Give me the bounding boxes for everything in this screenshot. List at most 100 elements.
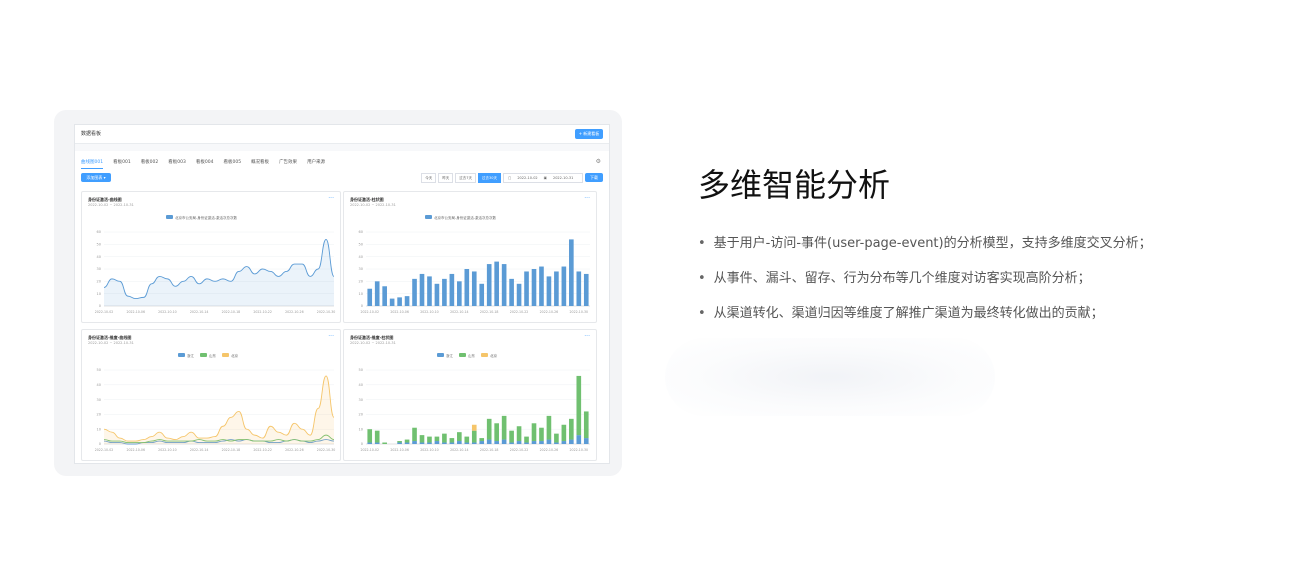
bar [531,441,537,444]
bar [554,433,559,443]
series-area [104,239,334,306]
x-tick-label: 2022-10-06 [390,448,409,452]
tab-7[interactable]: 广告效果 [279,159,297,169]
tab-2[interactable]: 看板002 [141,159,159,169]
bar [524,436,529,443]
more-icon[interactable]: ··· [584,333,590,340]
legend-swatch [425,215,432,219]
x-tick-label: 2022-10-10 [420,310,439,314]
dashboard-topbar: 数据看板 + 新建看板 [75,125,609,144]
bar [576,271,582,306]
filter-30days[interactable]: 过去30天 [478,172,501,183]
y-tick-label: 0 [361,304,363,308]
feature-bullet: 基于用户-访问-事件(user-page-event)的分析模型，支持多维度交叉… [698,226,1152,261]
y-tick-label: 30 [359,267,363,271]
tab-6[interactable]: 概况看板 [251,159,269,169]
y-tick-label: 50 [359,243,363,247]
legend-label: 浙江 [446,353,454,358]
x-tick-label: 2022-10-02 [95,448,114,452]
bar [524,271,529,306]
more-icon[interactable]: ··· [328,333,334,340]
bar [397,442,402,444]
chart-card-bar: 北京市公安局-身份证激活-激活次总次数 0 10 20 30 40 50 60 2022-10-… [343,191,597,323]
feature-bullet: 从渠道转化、渠道归因等维度了解推广渠道为最终转化做出的贡献； [698,296,1152,331]
x-tick-label: 2022-10-06 [126,448,145,452]
feature-bullet: 从事件、漏斗、留存、行为分布等几个维度对访客实现高阶分析； [698,261,1152,296]
date-end: 2022-10-31 [552,175,574,180]
add-chart-button[interactable]: 添加图表 ▾ [81,173,111,182]
bar [449,438,455,443]
y-tick-label: 40 [359,255,363,259]
bar [471,424,477,431]
bar [539,266,544,306]
bar [389,298,395,306]
bar [427,436,432,443]
bar [583,411,589,439]
legend-swatch [481,353,488,357]
bar [479,438,485,442]
series-area [104,375,334,444]
x-tick-label: 2022-10-02 [360,310,379,314]
tab-4[interactable]: 看板004 [196,159,214,169]
legend-swatch [437,353,444,357]
x-tick-label: 2022-10-02 [360,448,379,452]
filter-today[interactable]: 今天 [421,172,437,183]
more-icon[interactable]: ··· [584,195,590,202]
more-icon[interactable]: ··· [328,195,334,202]
bar [516,441,522,444]
y-tick-label: 0 [361,442,363,446]
filter-7days[interactable]: 过去7天 [455,172,477,183]
chart-card-area: 北京市公安局-身份证激活-激活次总次数 0 10 20 30 40 50 60 2022-10-… [81,191,341,323]
bar [442,433,447,443]
bar [539,427,544,442]
tab-5[interactable]: 看板005 [223,159,241,169]
bar [471,271,477,306]
bar [457,281,462,306]
y-tick-label: 50 [97,368,101,372]
x-tick-label: 2022-10-22 [253,310,272,314]
bar [569,439,574,444]
bar [419,435,425,443]
download-button[interactable]: 下载 [585,173,603,182]
bar [501,264,507,306]
date-filters: 今天 昨天 过去7天 过去30天 ▢ 2022-10-02 ▣ 2022-10-… [421,172,603,183]
gear-icon[interactable]: ⚙ [596,158,601,165]
tab-0[interactable]: 曲线图001 [81,159,104,169]
bar [494,423,499,442]
x-tick-label: 2022-10-30 [570,310,589,314]
bar [412,278,417,306]
bar [561,424,567,442]
y-tick-label: 40 [97,383,101,387]
bar [374,281,380,306]
x-tick-label: 2022-10-18 [480,310,499,314]
new-dashboard-button[interactable]: + 新建看板 [575,129,603,139]
bar [397,297,402,306]
bar [457,432,462,442]
tab-1[interactable]: 看板001 [113,159,131,169]
bar [404,439,410,443]
filter-yesterday[interactable]: 昨天 [438,172,454,183]
y-tick-label: 20 [359,413,363,417]
tab-3[interactable]: 看板003 [168,159,186,169]
x-tick-label: 2022-10-18 [480,448,499,452]
bar [583,273,589,306]
bar [509,442,514,444]
bar [367,288,373,306]
tab-8[interactable]: 用户来源 [307,159,325,169]
legend-label: 北京 [231,353,238,358]
x-tick-label: 2022-10-06 [390,310,409,314]
date-range-picker[interactable]: ▢ 2022-10-02 ▣ 2022-10-31 [503,172,583,183]
bar [546,439,552,444]
dashboard-screenshot: 数据看板 + 新建看板 曲线图001 看板001 看板002 看板003 看板0… [74,124,610,464]
y-tick-label: 20 [359,280,363,284]
bar [367,442,373,444]
x-tick-label: 2022-10-14 [450,448,469,452]
y-tick-label: 0 [99,304,101,308]
bar [404,442,410,444]
bar [412,427,417,442]
x-tick-label: 2022-10-14 [450,310,469,314]
dashboard-title: 数据看板 [81,131,102,137]
bar [464,442,470,444]
bar [486,418,492,440]
y-tick-label: 10 [97,292,101,296]
